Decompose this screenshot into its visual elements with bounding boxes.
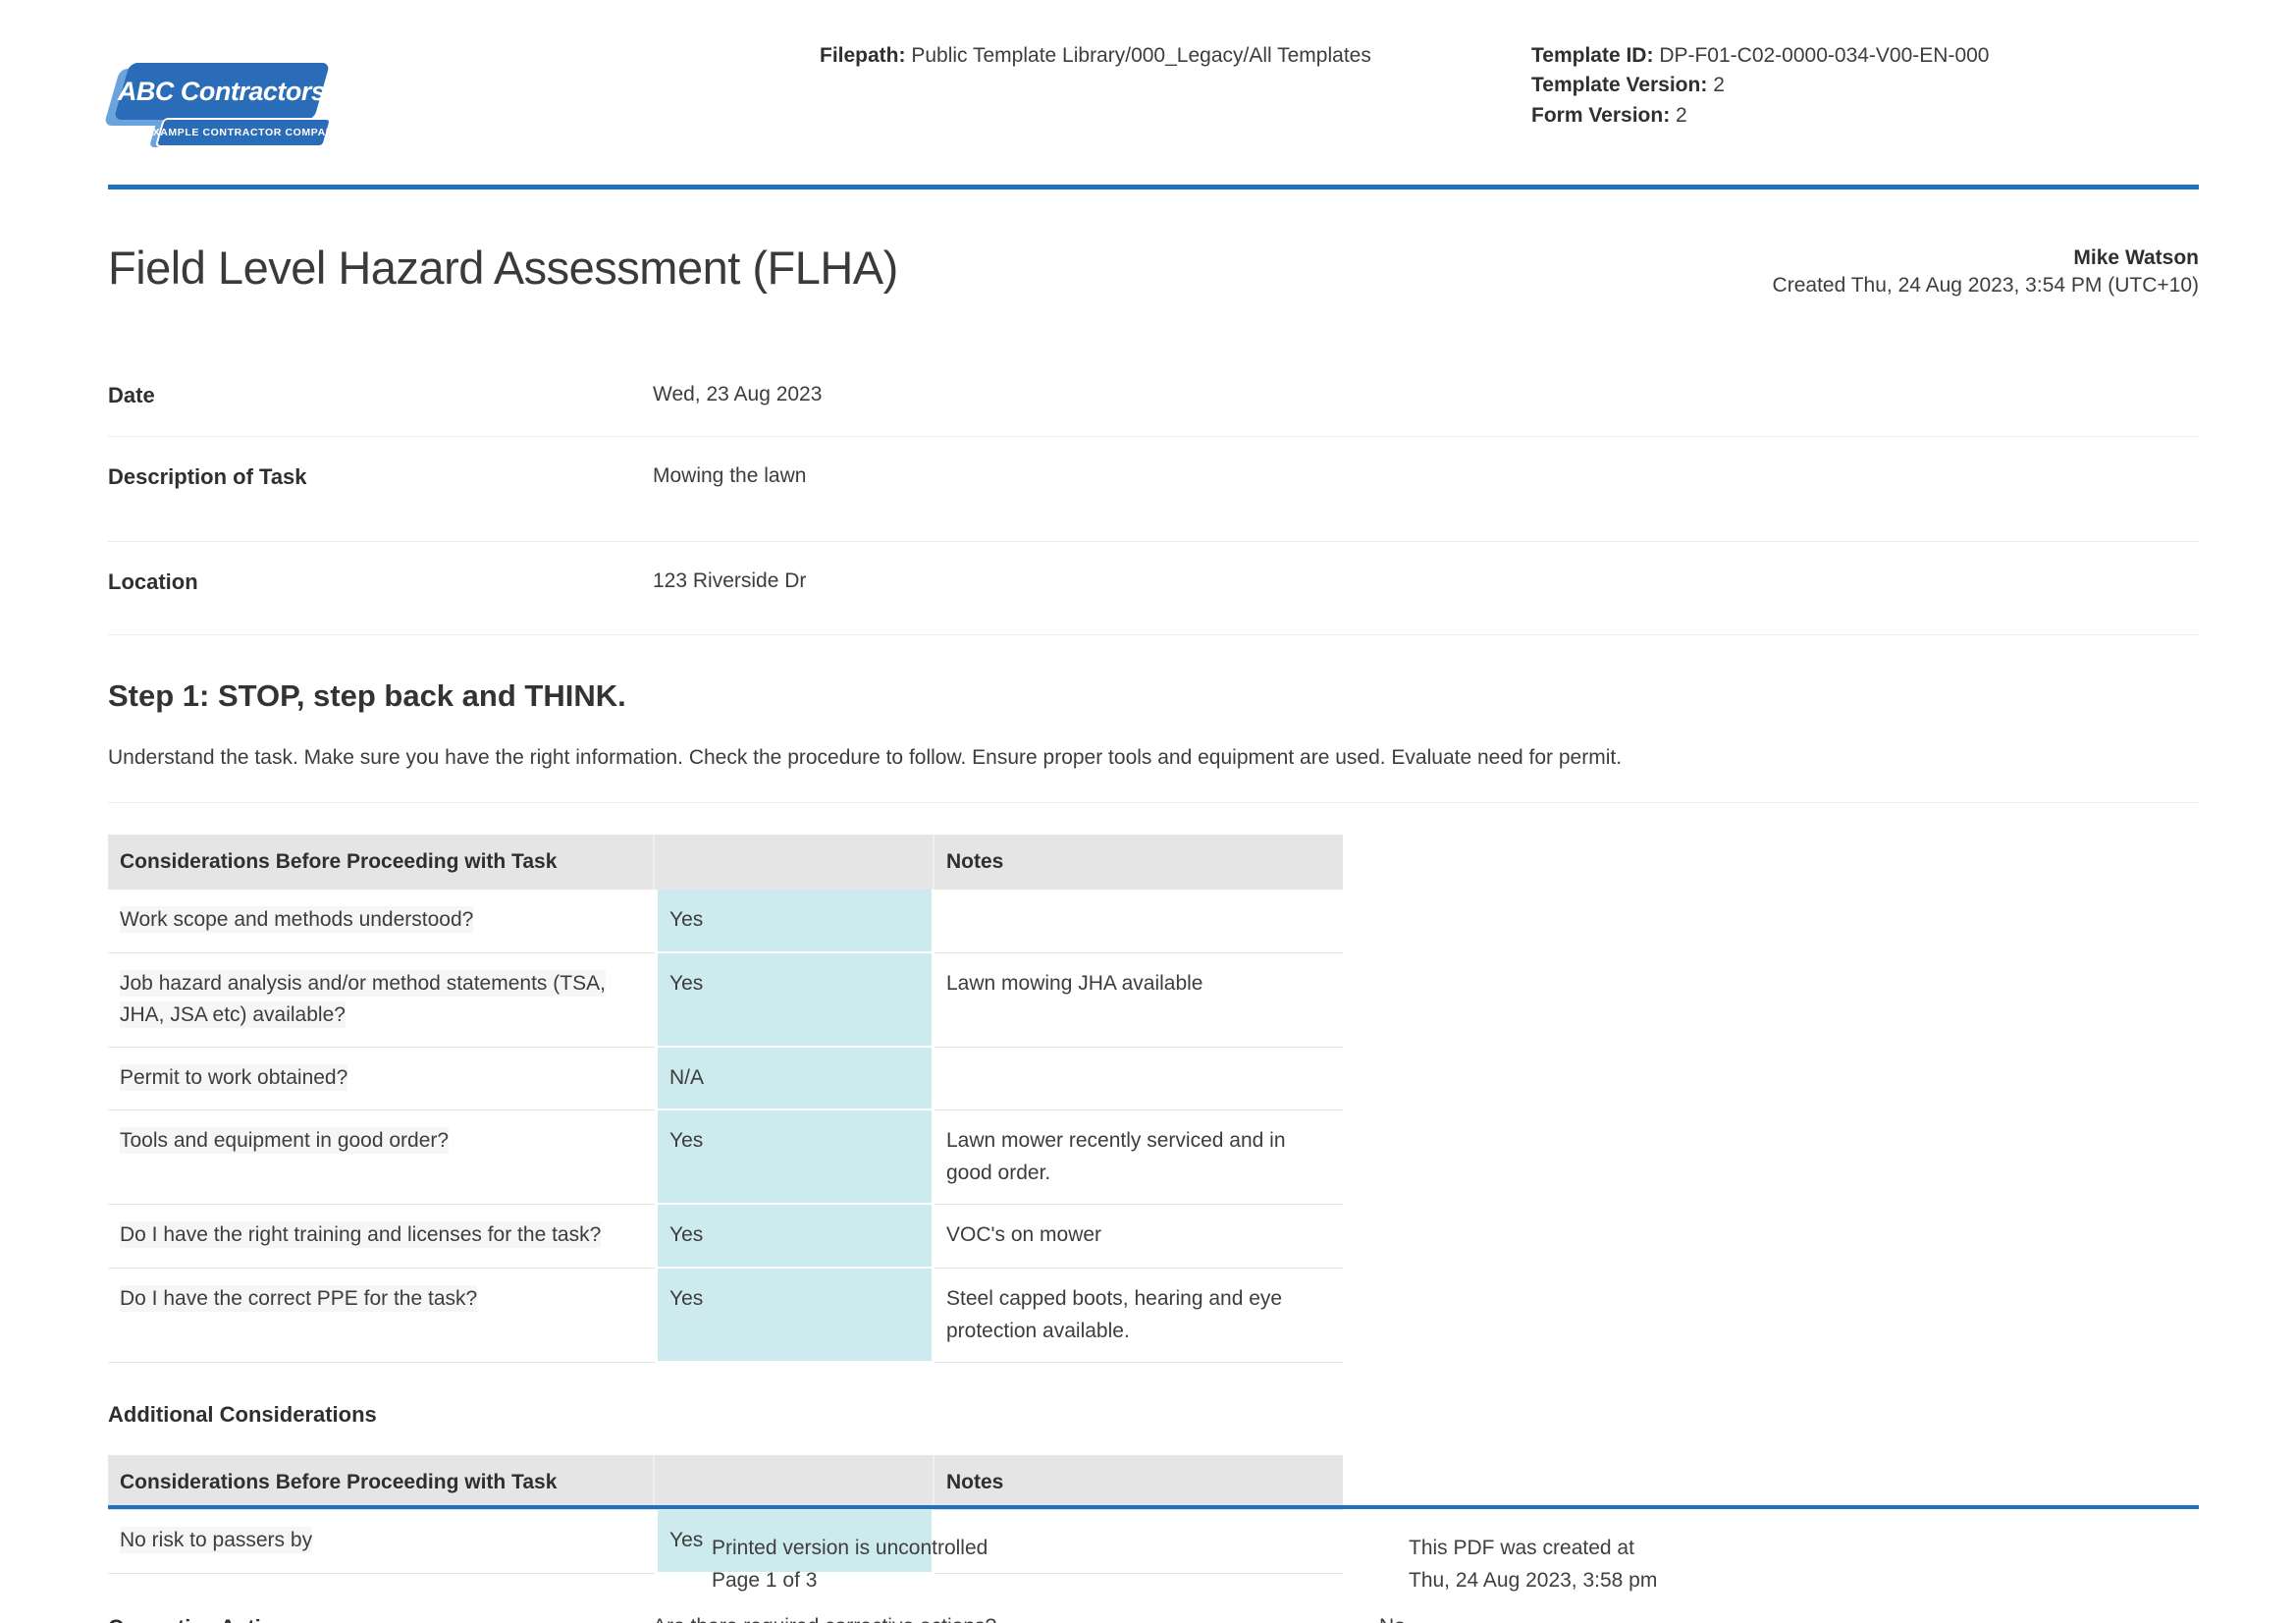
step1-heading: Step 1: STOP, step back and THINK. <box>108 678 2199 714</box>
page-title: Field Level Hazard Assessment (FLHA) <box>108 241 898 295</box>
logo-company-name: ABC Contractors <box>118 77 326 107</box>
company-logo: ABC Contractors EXAMPLE CONTRACTOR COMPA… <box>108 55 334 163</box>
info-label: Date <box>108 383 653 408</box>
table-header-row: Considerations Before Proceeding with Ta… <box>108 835 1343 890</box>
template-version-row: Template Version: 2 <box>1531 71 2199 100</box>
question-cell: Work scope and methods understood? <box>108 890 655 953</box>
template-version-label: Template Version: <box>1531 74 1707 96</box>
logo-sub-banner: EXAMPLE CONTRACTOR COMPANY <box>155 118 333 147</box>
footer-uncontrolled-note: Printed version is uncontrolled <box>712 1533 1409 1565</box>
notes-cell <box>934 1048 1343 1111</box>
info-label: Description of Task <box>108 464 653 490</box>
template-version-value: 2 <box>1713 74 1725 96</box>
created-timestamp: Created Thu, 24 Aug 2023, 3:54 PM (UTC+1… <box>1773 272 2199 299</box>
table-row: Tools and equipment in good order? Yes L… <box>108 1110 1343 1205</box>
header-question: Considerations Before Proceeding with Ta… <box>108 835 655 890</box>
pdf-page: ABC Contractors EXAMPLE CONTRACTOR COMPA… <box>0 0 2296 1623</box>
form-version-value: 2 <box>1676 104 1687 127</box>
template-id-label: Template ID: <box>1531 44 1653 67</box>
notes-cell: Lawn mower recently serviced and in good… <box>934 1110 1343 1205</box>
filepath-value: Public Template Library/000_Legacy/All T… <box>911 44 1371 67</box>
form-version-label: Form Version: <box>1531 104 1670 127</box>
info-row-description: Description of Task Mowing the lawn <box>108 437 2199 542</box>
template-id-value: DP-F01-C02-0000-034-V00-EN-000 <box>1659 44 1989 67</box>
table-row: Permit to work obtained? N/A <box>108 1048 1343 1111</box>
header-notes: Notes <box>934 835 1343 890</box>
header-notes: Notes <box>934 1455 1343 1510</box>
form-version-row: Form Version: 2 <box>1531 101 2199 131</box>
header-divider-rule <box>108 185 2199 189</box>
answer-cell: Yes <box>655 953 934 1048</box>
header-answer <box>655 835 934 890</box>
notes-cell: Lawn mowing JHA available <box>934 953 1343 1048</box>
question-cell: Job hazard analysis and/or method statem… <box>108 953 655 1048</box>
logo-tagline: EXAMPLE CONTRACTOR COMPANY <box>145 127 342 138</box>
table-row: Do I have the correct PPE for the task? … <box>108 1269 1343 1363</box>
author-name: Mike Watson <box>1773 244 2199 272</box>
table-row: Job hazard analysis and/or method statem… <box>108 953 1343 1048</box>
answer-cell: N/A <box>655 1048 934 1111</box>
logo-banner: ABC Contractors <box>114 63 331 120</box>
info-value: Mowing the lawn <box>653 464 806 488</box>
answer-cell: Yes <box>655 1205 934 1269</box>
page-footer: Printed version is uncontrolled Page 1 o… <box>108 1505 2199 1623</box>
table-header-row: Considerations Before Proceeding with Ta… <box>108 1455 1343 1510</box>
table-row: Do I have the right training and license… <box>108 1205 1343 1269</box>
question-cell: Do I have the right training and license… <box>108 1205 655 1269</box>
header-answer <box>655 1455 934 1510</box>
form-info-section: Date Wed, 23 Aug 2023 Description of Tas… <box>108 355 2199 635</box>
answer-cell: Yes <box>655 890 934 953</box>
notes-cell <box>934 890 1343 953</box>
footer-left-block: Printed version is uncontrolled Page 1 o… <box>712 1533 1409 1596</box>
question-cell: Do I have the correct PPE for the task? <box>108 1269 655 1363</box>
footer-page-number: Page 1 of 3 <box>712 1565 1409 1597</box>
info-value: 123 Riverside Dr <box>653 569 806 593</box>
answer-cell: Yes <box>655 1110 934 1205</box>
considerations-table: Considerations Before Proceeding with Ta… <box>108 835 1343 1363</box>
filepath-label: Filepath: <box>820 44 906 67</box>
footer-divider-rule <box>108 1505 2199 1509</box>
step1-description: Understand the task. Make sure you have … <box>108 743 2199 773</box>
footer-created-timestamp: Thu, 24 Aug 2023, 3:58 pm <box>1409 1565 1657 1597</box>
info-row-location: Location 123 Riverside Dr <box>108 542 2199 635</box>
info-row-date: Date Wed, 23 Aug 2023 <box>108 355 2199 437</box>
header-question: Considerations Before Proceeding with Ta… <box>108 1455 655 1510</box>
section-divider <box>108 802 2199 803</box>
notes-cell: VOC's on mower <box>934 1205 1343 1269</box>
creator-block: Mike Watson Created Thu, 24 Aug 2023, 3:… <box>1773 241 2199 300</box>
footer-right-block: This PDF was created at Thu, 24 Aug 2023… <box>1409 1533 1657 1596</box>
table-row: Work scope and methods understood? Yes <box>108 890 1343 953</box>
info-label: Location <box>108 569 653 595</box>
footer-created-label: This PDF was created at <box>1409 1533 1657 1565</box>
info-value: Wed, 23 Aug 2023 <box>653 383 822 406</box>
template-meta: Template ID: DP-F01-C02-0000-034-V00-EN-… <box>1531 35 2199 131</box>
additional-considerations-heading: Additional Considerations <box>108 1402 2199 1428</box>
filepath: Filepath: Public Template Library/000_Le… <box>820 35 1531 70</box>
page-header: ABC Contractors EXAMPLE CONTRACTOR COMPA… <box>108 0 2199 163</box>
answer-cell: Yes <box>655 1269 934 1363</box>
question-cell: Tools and equipment in good order? <box>108 1110 655 1205</box>
question-cell: Permit to work obtained? <box>108 1048 655 1111</box>
notes-cell: Steel capped boots, hearing and eye prot… <box>934 1269 1343 1363</box>
template-id-row: Template ID: DP-F01-C02-0000-034-V00-EN-… <box>1531 41 2199 71</box>
